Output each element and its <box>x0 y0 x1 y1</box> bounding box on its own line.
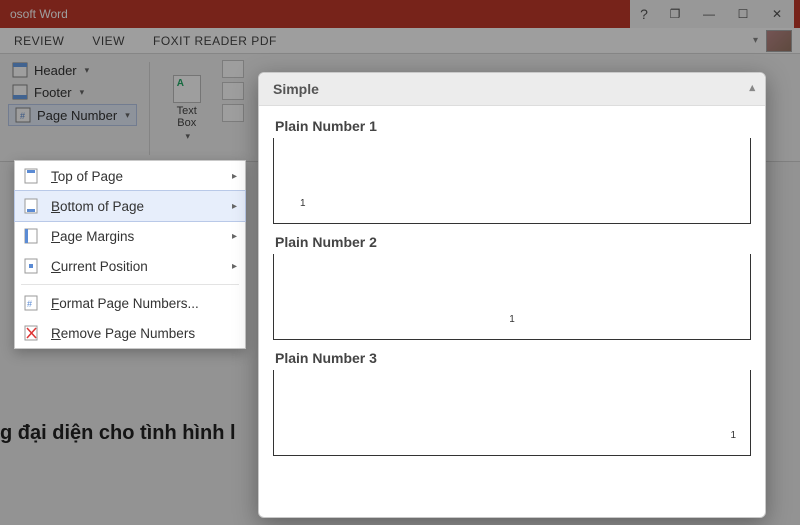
sample-page-number: 1 <box>509 314 515 325</box>
header-button[interactable]: Header ▾ <box>8 60 137 80</box>
menu-label: Page Margins <box>51 229 237 244</box>
gallery-section-header: Simple ▴ <box>259 73 765 106</box>
menu-bottom-of-page[interactable]: Bottom of Page ▸ <box>14 190 246 222</box>
quick-parts-column <box>222 60 244 157</box>
close-button[interactable]: ✕ <box>760 2 794 26</box>
text-box-button[interactable]: Text Box ▾ <box>162 60 212 157</box>
page-number-icon: # <box>15 107 31 123</box>
submenu-arrow-icon: ▸ <box>232 231 237 242</box>
menu-label: Bottom of Page <box>51 199 237 214</box>
help-button[interactable]: ? <box>630 6 658 22</box>
ribbon-display-button[interactable]: ❐ <box>658 2 692 26</box>
menu-label: Remove Page Numbers <box>51 326 237 341</box>
minimize-button[interactable]: — <box>692 2 726 26</box>
menu-label: Current Position <box>51 259 237 274</box>
remove-page-numbers-icon <box>23 324 41 342</box>
page-number-button[interactable]: # Page Number ▾ <box>8 104 137 126</box>
gallery-item-plain-number-3[interactable]: 1 <box>273 370 751 456</box>
account-dropdown-icon[interactable]: ▾ <box>753 35 758 46</box>
wordart-button[interactable] <box>222 82 244 100</box>
drop-cap-button[interactable] <box>222 104 244 122</box>
chevron-down-icon: ▾ <box>125 110 130 121</box>
avatar[interactable] <box>766 30 792 52</box>
gallery-item-title-3: Plain Number 3 <box>275 350 751 366</box>
tab-foxit[interactable]: FOXIT READER PDF <box>139 28 291 53</box>
tab-view[interactable]: VIEW <box>78 28 139 53</box>
quick-parts-button[interactable] <box>222 60 244 78</box>
menu-remove-page-numbers[interactable]: Remove Page Numbers <box>15 318 245 348</box>
submenu-arrow-icon: ▸ <box>232 171 237 182</box>
gallery-item-plain-number-2[interactable]: 1 <box>273 254 751 340</box>
group-separator <box>149 62 150 155</box>
gallery-item-title-2: Plain Number 2 <box>275 234 751 250</box>
menu-top-of-page[interactable]: Top of Page ▸ <box>15 161 245 191</box>
submenu-arrow-icon: ▸ <box>232 201 237 212</box>
gallery-section-title: Simple <box>273 81 319 97</box>
chevron-down-icon: ▾ <box>80 87 85 98</box>
menu-current-position[interactable]: Current Position ▸ <box>15 251 245 281</box>
menu-label: Top of Page <box>51 169 237 184</box>
chevron-down-icon: ▾ <box>85 65 90 76</box>
tab-review[interactable]: REVIEW <box>0 28 78 53</box>
header-label: Header <box>34 63 77 78</box>
scroll-up-icon[interactable]: ▴ <box>749 81 755 94</box>
footer-label: Footer <box>34 85 72 100</box>
svg-text:#: # <box>20 111 25 121</box>
page-number-menu: Top of Page ▸ Bottom of Page ▸ Page Marg… <box>14 160 246 349</box>
sample-page-number: 1 <box>300 198 306 209</box>
ribbon-tabs: REVIEW VIEW FOXIT READER PDF ▾ <box>0 28 800 54</box>
submenu-arrow-icon: ▸ <box>232 261 237 272</box>
menu-format-page-numbers[interactable]: # Format Page Numbers... <box>15 288 245 318</box>
format-page-numbers-icon: # <box>23 294 41 312</box>
gallery-item-title-1: Plain Number 1 <box>275 118 751 134</box>
text-box-icon <box>173 75 201 103</box>
header-footer-group: Header ▾ Footer ▾ # Page Number ▾ <box>8 60 137 157</box>
chevron-down-icon: ▾ <box>185 131 190 142</box>
menu-label: Format Page Numbers... <box>51 296 237 311</box>
window-controls: ? ❐ — ☐ ✕ <box>630 0 794 28</box>
footer-button[interactable]: Footer ▾ <box>8 82 137 102</box>
header-icon <box>12 62 28 78</box>
bottom-of-page-icon <box>23 197 41 215</box>
text-box-label: Text Box <box>177 105 197 129</box>
document-text-line: g đại diện cho tình hình l <box>0 422 236 445</box>
gallery-item-plain-number-1[interactable]: 1 <box>273 138 751 224</box>
page-number-label: Page Number <box>37 108 117 123</box>
maximize-button[interactable]: ☐ <box>726 2 760 26</box>
app-title: osoft Word <box>6 7 68 21</box>
svg-text:#: # <box>27 299 32 309</box>
page-margins-icon <box>23 227 41 245</box>
sample-page-number: 1 <box>730 430 736 441</box>
current-position-icon <box>23 257 41 275</box>
top-of-page-icon <box>23 167 41 185</box>
menu-page-margins[interactable]: Page Margins ▸ <box>15 221 245 251</box>
footer-icon <box>12 84 28 100</box>
menu-separator <box>21 284 239 285</box>
title-bar: osoft Word ? ❐ — ☐ ✕ <box>0 0 800 28</box>
page-number-gallery: Simple ▴ Plain Number 1 1 Plain Number 2… <box>258 72 766 518</box>
